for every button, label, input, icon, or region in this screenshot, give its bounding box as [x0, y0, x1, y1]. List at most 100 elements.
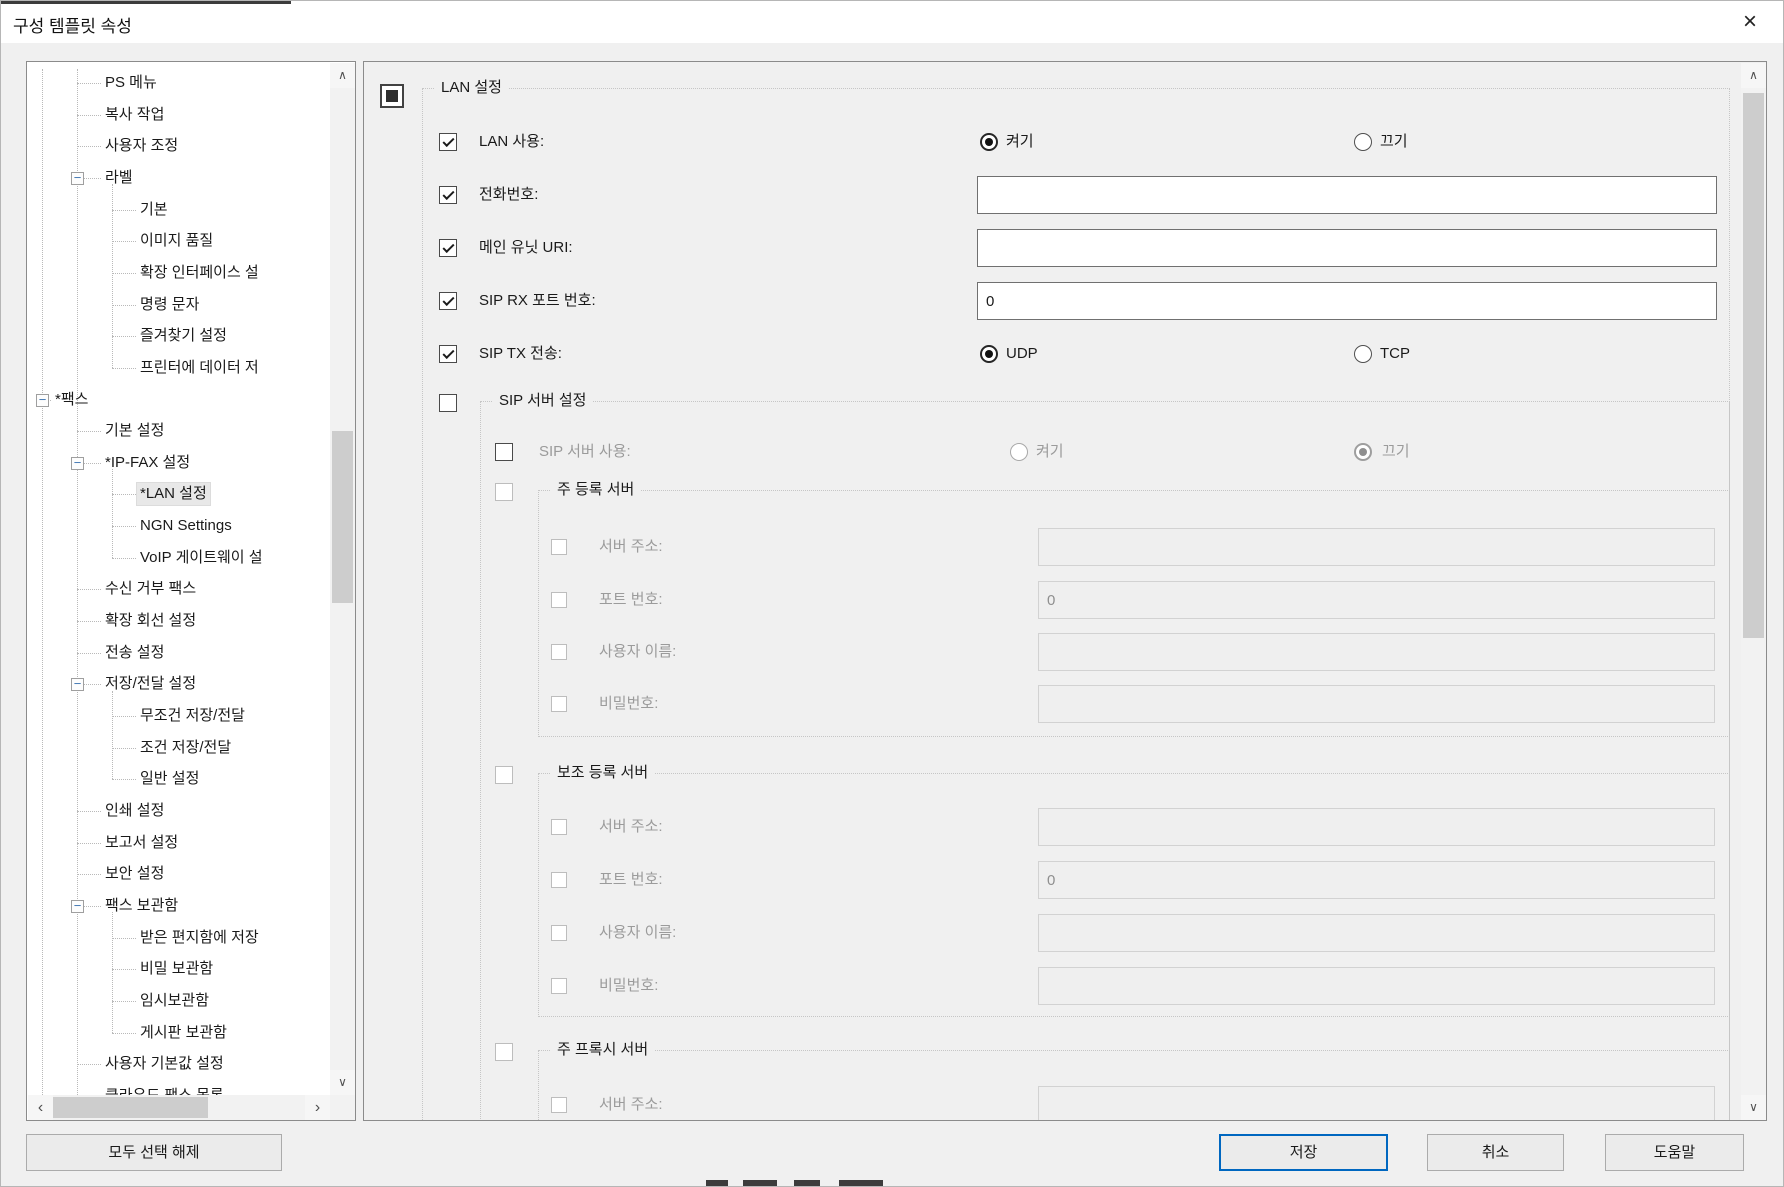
tree-expander-icon[interactable]: − [71, 900, 84, 913]
text-input-disabled [1038, 581, 1715, 619]
tree-connector-stub [77, 589, 101, 590]
tree-item[interactable]: *팩스 [55, 389, 88, 411]
radio-option[interactable] [1354, 345, 1372, 363]
tree-item[interactable]: 보안 설정 [105, 863, 164, 885]
tree-connector-stub [112, 336, 136, 337]
text-input-disabled [1038, 633, 1715, 671]
tree-item[interactable]: 사용자 조정 [105, 135, 178, 157]
server-group-label: 주 프록시 서버 [551, 1040, 654, 1060]
tree-connector-stub [112, 494, 136, 495]
tree-item[interactable]: 인쇄 설정 [105, 800, 164, 822]
row-checkbox[interactable] [439, 239, 457, 257]
sip-server-group-checkbox[interactable] [439, 394, 457, 412]
tree-item[interactable]: VoIP 게이트웨이 설 [140, 547, 263, 569]
tree-connector-stub [112, 241, 136, 242]
text-input[interactable] [977, 229, 1717, 267]
main-scroll-up-icon[interactable]: ∧ [1741, 63, 1766, 88]
tree-item[interactable]: *LAN 설정 [137, 483, 210, 505]
tree-item[interactable]: 보고서 설정 [105, 832, 178, 854]
text-input-disabled [1038, 1086, 1715, 1121]
tree-item[interactable]: 이미지 품질 [140, 230, 213, 252]
tree-connector-stub [77, 843, 101, 844]
tree-expander-icon[interactable]: − [71, 678, 84, 691]
tree-item[interactable]: PS 메뉴 [105, 72, 157, 94]
tree-connector-line [112, 184, 113, 368]
tree-expander-icon[interactable]: − [71, 457, 84, 470]
tree-item[interactable]: 프린터에 데이터 저 [140, 357, 259, 379]
main-scroll-down-icon[interactable]: ∨ [1741, 1095, 1766, 1120]
row-label: SIP TX 전송: [479, 344, 562, 364]
tree-item[interactable]: 전송 설정 [105, 642, 164, 664]
row-checkbox[interactable] [439, 292, 457, 310]
radio-label: 켜기 [1006, 132, 1034, 152]
lan-settings-group-label: LAN 설정 [435, 78, 508, 98]
tree-item[interactable]: 조건 저장/전달 [140, 737, 231, 759]
row-label: 사용자 이름: [599, 642, 676, 662]
tree-item[interactable]: 일반 설정 [140, 768, 199, 790]
deselect-all-button[interactable]: 모두 선택 해제 [26, 1134, 282, 1171]
row-checkbox [551, 644, 567, 660]
tree-item[interactable]: 라벨 [105, 167, 133, 189]
tree-connector-stub [112, 748, 136, 749]
tree-horizontal-scroll-thumb[interactable] [53, 1097, 208, 1118]
sip-server-group-label: SIP 서버 설정 [493, 391, 592, 411]
tree-item[interactable]: 클라우드 팩스 목록 [105, 1085, 224, 1095]
tree-expander-icon[interactable]: − [71, 172, 84, 185]
help-button[interactable]: 도움말 [1605, 1134, 1744, 1171]
tree-connector-stub [77, 1064, 101, 1065]
tree-item[interactable]: 명령 문자 [140, 294, 199, 316]
tree-item[interactable]: *IP-FAX 설정 [105, 452, 190, 474]
tree-item[interactable]: 임시보관함 [140, 990, 209, 1012]
row-checkbox[interactable] [439, 133, 457, 151]
tree-item[interactable]: 사용자 기본값 설정 [105, 1053, 224, 1075]
server-group-label: 보조 등록 서버 [551, 763, 654, 783]
cancel-button[interactable]: 취소 [1427, 1134, 1564, 1171]
server-group-checkbox [495, 1043, 513, 1061]
tree-item[interactable]: 확장 인터페이스 설 [140, 262, 259, 284]
tree-connector-stub [112, 1001, 136, 1002]
tree-scroll-right-icon[interactable]: › [305, 1095, 330, 1120]
tree-item[interactable]: 수신 거부 팩스 [105, 578, 196, 600]
row-label: 메인 유닛 URI: [479, 238, 573, 258]
tree-item[interactable]: 복사 작업 [105, 104, 164, 126]
row-checkbox[interactable] [439, 186, 457, 204]
tree-item[interactable]: 즐겨찾기 설정 [140, 325, 227, 347]
close-icon[interactable]: × [1735, 7, 1765, 37]
tree-item[interactable]: 확장 회선 설정 [105, 610, 196, 632]
tree-item[interactable]: 기본 설정 [105, 420, 164, 442]
text-input[interactable] [977, 282, 1717, 320]
tree-connector-stub [112, 558, 136, 559]
dialog-title: 구성 템플릿 속성 [13, 12, 132, 37]
radio-option[interactable] [1354, 133, 1372, 151]
row-checkbox [551, 819, 567, 835]
tree-connector-stub [112, 1033, 136, 1034]
tree-scroll-down-icon[interactable]: ∨ [330, 1070, 355, 1095]
tree-connector-stub [112, 969, 136, 970]
tree-connector-stub [77, 653, 101, 654]
tree-item[interactable]: 게시판 보관함 [140, 1022, 227, 1044]
sip-server-use-checkbox[interactable] [495, 443, 513, 461]
main-vertical-scroll-thumb[interactable] [1743, 93, 1764, 638]
tree-vertical-scroll-thumb[interactable] [332, 431, 353, 603]
save-button[interactable]: 저장 [1219, 1134, 1388, 1171]
tree-item[interactable]: 무조건 저장/전달 [140, 705, 245, 727]
tree-item[interactable]: NGN Settings [140, 515, 232, 537]
tree-scroll-up-icon[interactable]: ∧ [330, 63, 355, 88]
radio-option[interactable] [980, 133, 998, 151]
row-label: 전화번호: [479, 185, 538, 205]
tree-item[interactable]: 기본 [140, 199, 168, 221]
row-checkbox[interactable] [439, 345, 457, 363]
tree-item[interactable]: 받은 편지함에 저장 [140, 927, 259, 949]
tree-scroll-left-icon[interactable]: ‹ [28, 1095, 53, 1120]
radio-label: 끄기 [1380, 132, 1408, 152]
lan-settings-group-checkbox[interactable] [380, 84, 404, 108]
tree-item[interactable]: 저장/전달 설정 [105, 673, 196, 695]
text-input-disabled [1038, 861, 1715, 899]
radio-option[interactable] [980, 345, 998, 363]
tree-item[interactable]: 팩스 보관함 [105, 895, 178, 917]
tree-connector-stub [77, 431, 101, 432]
tree-item[interactable]: 비밀 보관함 [140, 958, 213, 980]
text-input[interactable] [977, 176, 1717, 214]
tree-expander-icon[interactable]: − [36, 394, 49, 407]
settings-tree-panel: PS 메뉴복사 작업사용자 조정 − 라벨기본이미지 품질확장 인터페이스 설명령 … [26, 61, 356, 1121]
